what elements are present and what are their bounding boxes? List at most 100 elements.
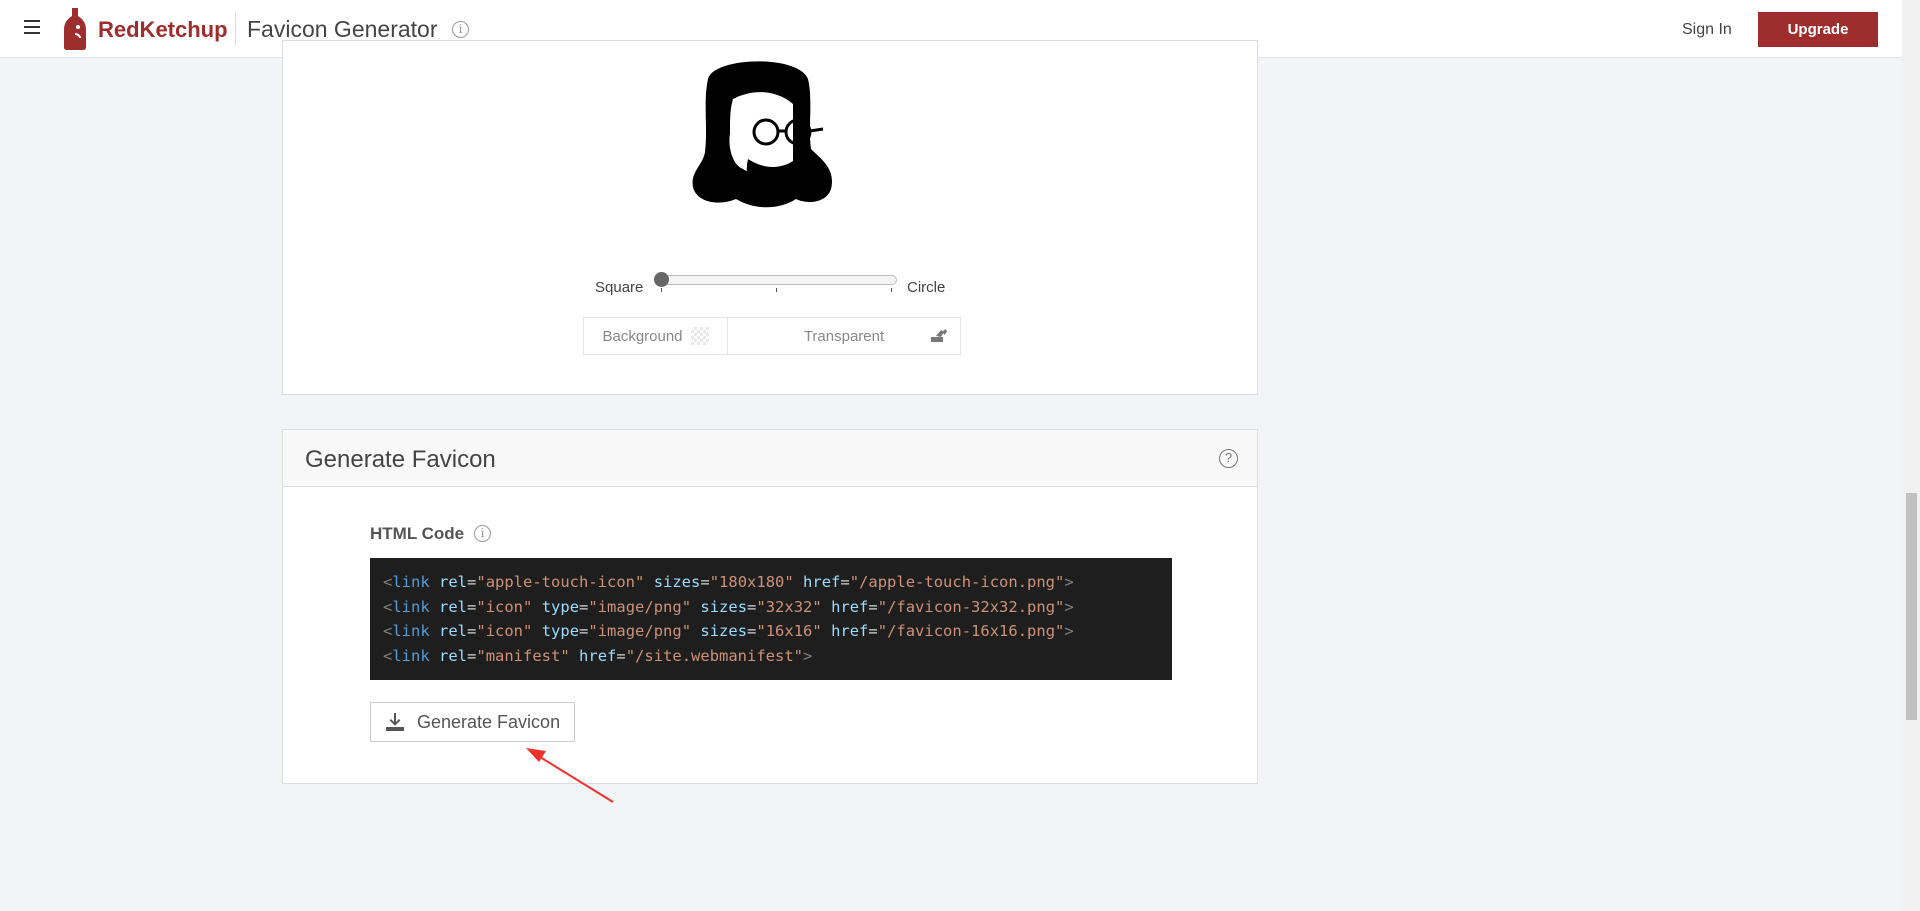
download-icon [386,713,404,731]
code-token: sizes [653,573,701,591]
menu-icon[interactable] [24,20,40,34]
code-token: "image/png" [588,622,692,641]
code-line: <link rel="icon" type="image/png" sizes=… [383,595,1159,620]
slider-tick [776,288,777,292]
brand-name[interactable]: RedKetchup [98,17,228,43]
slider-tick [661,288,662,292]
code-token: "/favicon-16x16.png" [877,622,1065,641]
circle-label: Circle [907,279,946,296]
card-title: Generate Favicon [305,446,496,473]
uploaded-image-preview [692,61,832,208]
code-token: link [392,647,430,666]
code-token: type [541,597,580,616]
code-line: <link rel="icon" type="image/png" sizes=… [383,619,1159,644]
info-icon[interactable]: i [452,21,469,38]
code-token: > [1064,573,1074,591]
code-token: rel [439,622,468,641]
code-token: href [803,573,841,591]
code-token: "/site.webmanifest" [625,647,804,666]
card-header: Generate Favicon ? [283,430,1257,487]
code-token: "16x16" [756,622,822,641]
code-token: "180x180" [709,573,794,591]
code-token: link [392,597,430,616]
generate-favicon-label: Generate Favicon [417,711,561,732]
ketchup-bottle-logo[interactable] [63,8,87,50]
html-code-label: HTML Code [370,524,465,543]
code-line: <link rel="manifest" href="/site.webmani… [383,644,1159,669]
generate-favicon-card: Generate Favicon ? HTML Code i <link rel… [282,429,1258,784]
code-token: = [616,647,626,666]
help-icon[interactable]: ? [1219,449,1238,468]
code-token: "/apple-touch-icon.png" [849,573,1065,591]
code-token: "apple-touch-icon" [476,573,645,591]
code-token: = [579,597,589,616]
scrollbar-thumb[interactable] [1906,493,1917,720]
code-token: > [1064,597,1074,616]
code-line: <link rel="apple-touch-icon" sizes="180x… [383,570,1159,595]
html-code-block[interactable]: <link rel="apple-touch-icon" sizes="180x… [370,558,1172,680]
generate-favicon-button[interactable]: Generate Favicon [370,702,575,742]
background-label: Background [602,327,683,345]
code-token: < [383,597,393,616]
code-token: href [831,622,869,641]
code-token: rel [439,647,468,666]
app-title: Favicon Generator [247,16,438,42]
code-token: = [579,622,589,641]
shape-slider-track[interactable] [657,275,897,285]
info-icon[interactable]: i [474,525,491,542]
code-token: = [467,573,477,591]
code-token: < [383,647,393,666]
upgrade-button[interactable]: Upgrade [1758,12,1878,47]
code-token: href [579,647,617,666]
code-token: "/favicon-32x32.png" [877,597,1065,616]
code-token: = [467,622,477,641]
code-token: > [1064,622,1074,641]
code-token: < [383,573,393,591]
sign-in-link[interactable]: Sign In [1682,21,1732,39]
code-token: "icon" [476,622,533,641]
code-token: "icon" [476,597,533,616]
code-token: href [831,597,869,616]
code-token: link [392,622,430,641]
code-token: "manifest" [476,647,570,666]
code-token: = [467,597,477,616]
code-token: "image/png" [588,597,692,616]
background-picker[interactable]: Background Transparent [583,317,961,355]
slider-tick [891,288,892,292]
shape-slider-handle[interactable] [654,272,669,287]
code-token: = [700,573,710,591]
code-token: < [383,622,393,641]
code-token: > [803,647,813,666]
code-token: = [868,622,878,641]
preview-card: Square Circle Background Transparent [282,40,1258,395]
code-token: = [840,573,850,591]
code-token: "32x32" [756,597,822,616]
background-value: Transparent [803,327,885,345]
code-token: = [747,597,757,616]
square-label: Square [595,279,644,296]
divider [235,12,236,46]
code-token: rel [439,573,468,591]
transparent-swatch-icon [690,327,709,345]
code-token: = [467,647,477,666]
code-token: = [868,597,878,616]
code-token: link [392,573,430,591]
code-token: type [541,622,580,641]
paint-bucket-icon[interactable] [930,328,948,344]
vertical-scrollbar[interactable] [1902,0,1920,911]
code-token: = [747,622,757,641]
code-token: rel [439,597,468,616]
